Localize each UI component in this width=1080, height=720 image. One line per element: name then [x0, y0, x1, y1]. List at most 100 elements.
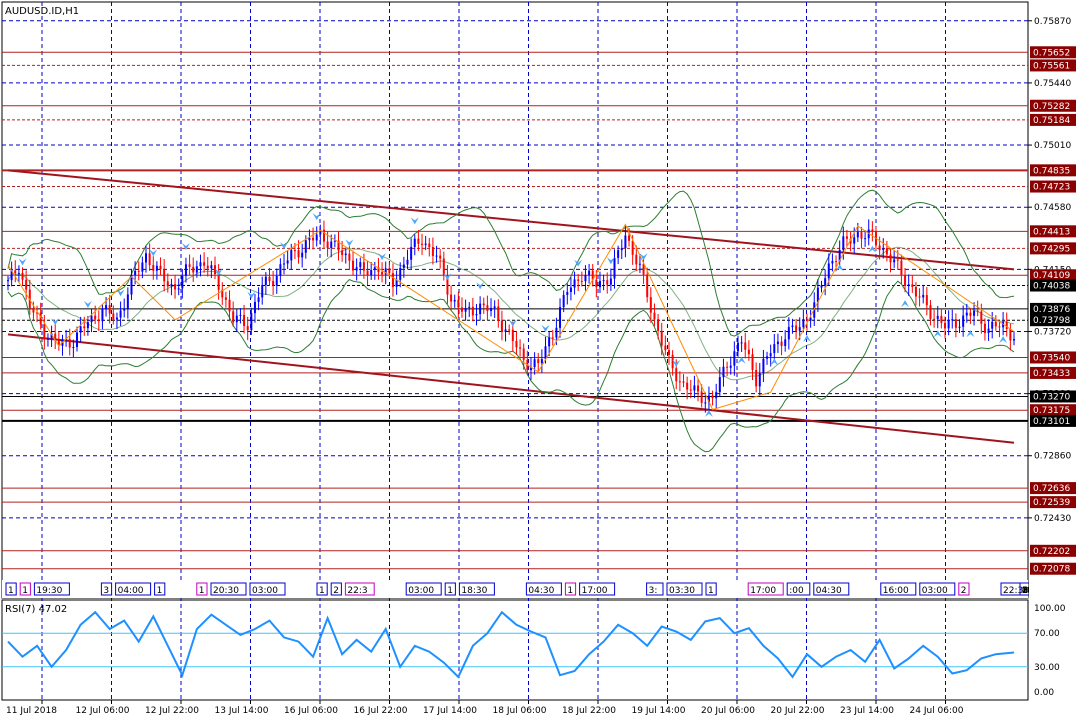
candle-body	[744, 342, 747, 350]
candle-body	[976, 310, 979, 312]
candle-body	[286, 260, 289, 264]
candle-body	[1005, 321, 1008, 330]
session-label: 0	[1022, 586, 1028, 596]
session-label: 03:00	[252, 586, 278, 596]
candle-body	[333, 240, 336, 242]
price-tick-label: 0.75870	[1034, 17, 1071, 27]
candle-body	[682, 381, 685, 383]
session-label: 03:30	[669, 586, 695, 596]
candle-body	[769, 353, 772, 357]
candle-body	[431, 247, 434, 256]
candle-body	[199, 262, 202, 267]
candle-body	[947, 320, 950, 329]
candle-body	[805, 319, 808, 321]
candle-body	[170, 284, 173, 287]
price-level-label: 0.73876	[1033, 305, 1070, 315]
candle-body	[889, 254, 892, 263]
candle-body	[239, 314, 242, 316]
session-label: 16:00	[883, 586, 909, 596]
candle-body	[762, 358, 765, 374]
candle-body	[885, 248, 888, 255]
candle-body	[1013, 339, 1015, 341]
candle-body	[896, 259, 899, 261]
candle-body	[802, 319, 805, 328]
candle-body	[304, 240, 307, 253]
candle-body	[933, 318, 936, 320]
candle-body	[413, 238, 416, 247]
time-tick-label: 23 Jul 14:00	[840, 706, 894, 716]
candle-body	[97, 319, 100, 322]
rsi-tick-label: 100.00	[1034, 604, 1066, 614]
chart-canvas[interactable]: 1 1 19:30 3 04:00 1 1 20:30 03:00 1 2 22:3 03:00 1 18:…	[0, 0, 1080, 720]
time-tick-label: 12 Jul 06:00	[76, 706, 130, 716]
candle-body	[766, 356, 769, 359]
candle-body	[969, 312, 972, 316]
candle-body	[68, 338, 71, 348]
candle-body	[115, 317, 118, 320]
candle-body	[965, 312, 968, 316]
candle-body	[667, 350, 670, 355]
candle-body	[355, 267, 358, 271]
chart-window[interactable]: 1 1 19:30 3 04:00 1 1 20:30 03:00 1 2 22:3 03:00 1 18:…	[0, 0, 1080, 720]
candle-body	[243, 314, 246, 327]
price-level-label: 0.75282	[1033, 102, 1070, 112]
candle-body	[791, 325, 794, 328]
candle-body	[232, 311, 235, 323]
candle-body	[704, 402, 707, 404]
candle-body	[588, 270, 591, 276]
candle-body	[163, 269, 166, 282]
candle-body	[428, 243, 431, 248]
candle-body	[831, 261, 834, 264]
candle-body	[137, 270, 140, 272]
candle-body	[598, 281, 601, 288]
candle-body	[519, 347, 522, 349]
session-label: 03:00	[922, 586, 948, 596]
candle-body	[653, 312, 656, 320]
candle-body	[235, 315, 238, 323]
session-label: 20:30	[213, 586, 239, 596]
candle-body	[736, 342, 739, 352]
candle-body	[159, 265, 162, 270]
candle-body	[795, 325, 798, 331]
session-label: 2	[333, 586, 339, 596]
candle-body	[344, 253, 347, 256]
candle-body	[987, 328, 990, 334]
rsi-tick-label: 30.00	[1034, 663, 1060, 673]
candle-body	[991, 321, 994, 329]
candle-body	[76, 332, 79, 347]
candle-body	[370, 269, 373, 276]
candle-body	[72, 346, 75, 348]
price-tick-label: 0.75440	[1034, 79, 1071, 89]
candle-body	[914, 286, 917, 297]
candle-body	[860, 232, 863, 239]
candle-body	[773, 344, 776, 354]
candle-body	[86, 322, 89, 329]
time-tick-label: 16 Jul 06:00	[284, 706, 338, 716]
price-level-label: 0.73798	[1033, 316, 1070, 326]
candle-body	[177, 288, 180, 290]
candle-body	[224, 297, 227, 300]
session-label: 19:30	[36, 586, 62, 596]
candle-body	[301, 252, 304, 258]
candle-body	[606, 280, 609, 285]
candle-body	[366, 270, 369, 276]
candle-body	[871, 229, 874, 232]
session-strip: 1 1 19:30 3 04:00 1 1 20:30 03:00 1 2 22:3 03:00 1 18:…	[2, 580, 1056, 598]
candle-body	[646, 274, 649, 298]
candle-body	[675, 368, 678, 382]
candle-body	[511, 329, 514, 341]
candle-body	[112, 313, 115, 320]
candle-body	[7, 280, 9, 282]
candle-body	[864, 238, 867, 240]
candle-body	[21, 272, 24, 280]
candle-body	[257, 297, 260, 302]
candle-body	[780, 341, 783, 346]
candle-body	[402, 264, 405, 268]
candle-body	[573, 279, 576, 288]
candle-body	[442, 258, 445, 275]
candle-body	[141, 262, 144, 272]
candle-body	[330, 241, 333, 248]
candle-body	[842, 236, 845, 250]
time-tick-label: 20 Jul 22:00	[771, 706, 825, 716]
main-plot-frame	[1, 1, 1029, 599]
